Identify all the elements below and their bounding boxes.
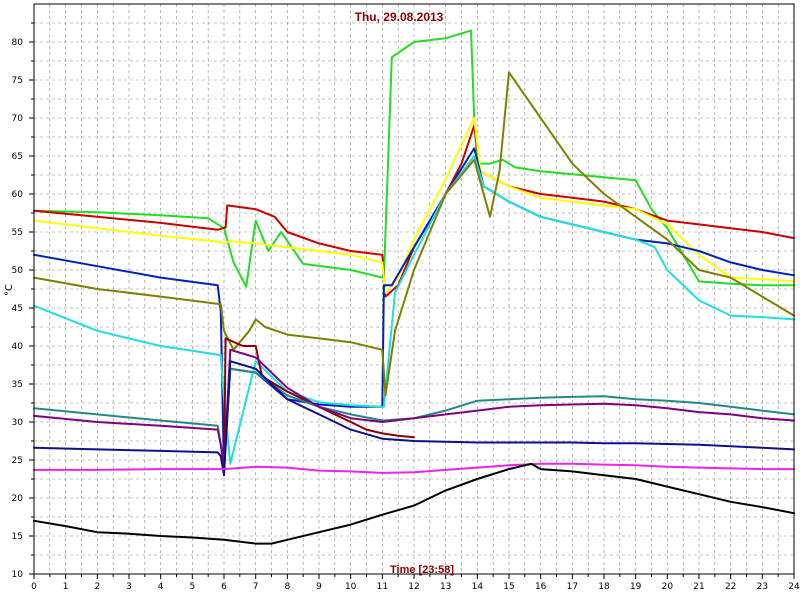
y-tick-label: 25 [12,456,23,466]
x-tick-label: 16 [535,582,547,592]
chart-title: Thu, 29.08.2013 [355,10,444,24]
y-tick-label: 80 [12,38,24,48]
x-tick-label: 15 [503,582,514,592]
x-tick-label: 2 [94,582,100,592]
x-tick-label: 7 [253,582,259,592]
x-tick-label: 22 [725,582,736,592]
x-tick-label: 9 [316,582,322,592]
x-tick-label: 23 [757,582,768,592]
y-tick-label: 75 [12,76,23,86]
x-tick-label: 4 [158,582,164,592]
x-tick-label: 13 [440,582,451,592]
y-tick-label: 40 [12,342,24,352]
x-tick-label: 10 [345,582,357,592]
x-tick-label: 12 [408,582,419,592]
x-tick-label: 21 [693,582,704,592]
y-tick-label: 50 [12,266,24,276]
y-tick-label: 45 [12,304,23,314]
x-tick-label: 11 [377,582,388,592]
x-tick-label: 5 [189,582,195,592]
x-tick-label: 24 [788,582,800,592]
y-tick-label: 10 [12,570,24,580]
x-tick-label: 19 [630,582,642,592]
x-axis-label: Time [23:58] [390,564,454,576]
y-axis-label: °C [4,284,15,296]
y-tick-label: 35 [12,380,23,390]
y-tick-label: 55 [12,228,23,238]
x-tick-label: 8 [284,582,290,592]
y-tick-label: 70 [12,114,24,124]
line-chart: 0 1 2 3 4 5 6 7 8 9 10 11 12 13 14 15 16 17 18 19 20 21 22 23 24… [4,3,800,592]
x-tick-label: 3 [126,582,132,592]
x-tick-label: 1 [63,582,69,592]
x-tick-label: 14 [472,582,484,592]
y-tick-label: 30 [12,418,24,428]
x-tick-label: 0 [31,582,37,592]
y-tick-label: 60 [12,190,24,200]
y-tick-label: 15 [12,532,23,542]
x-tick-label: 20 [662,582,674,592]
y-tick-label: 20 [12,494,24,504]
x-tick-label: 6 [221,582,227,592]
x-tick-label: 18 [598,582,610,592]
x-tick-label: 17 [567,582,578,592]
y-tick-label: 65 [12,152,23,162]
